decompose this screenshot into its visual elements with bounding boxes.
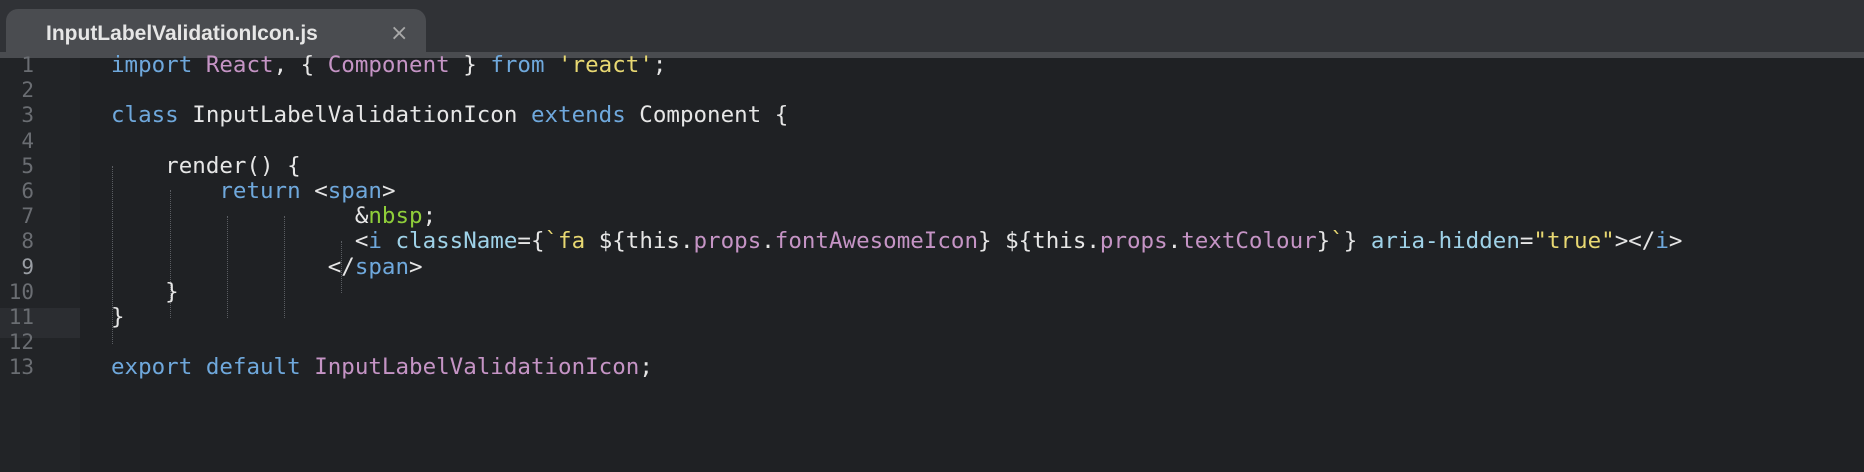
- code-line-3: class InputLabelValidationIcon extends C…: [111, 102, 789, 128]
- code-editor[interactable]: 1 2 3 4 5 6 7 8 9 10 11 12 13 import Rea…: [0, 52, 1864, 472]
- close-icon[interactable]: ×: [390, 21, 408, 46]
- tab-title: InputLabelValidationIcon.js: [46, 22, 318, 45]
- code-line-13: export default InputLabelValidationIcon;: [111, 354, 653, 380]
- tab-bar: InputLabelValidationIcon.js ×: [0, 0, 1864, 58]
- code-line-1: import React, { Component } from 'react'…: [111, 52, 667, 78]
- code-line-11: }: [111, 304, 125, 330]
- line-number-gutter: 1 2 3 4 5 6 7 8 9 10 11 12 13: [0, 53, 80, 472]
- line-number: 13: [8, 355, 34, 379]
